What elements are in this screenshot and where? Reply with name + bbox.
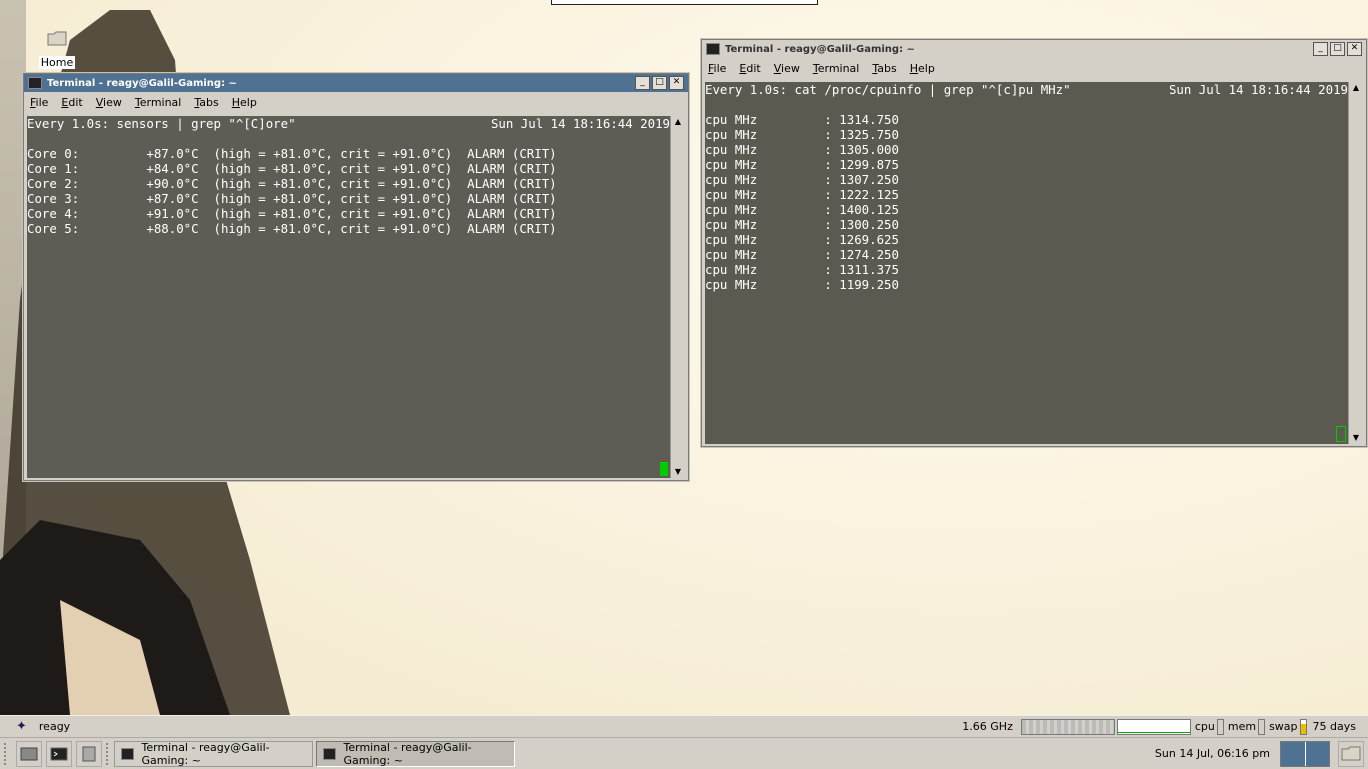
terminal-icon: [121, 747, 134, 760]
task-label: Terminal - reagy@Galil-Gaming: ~: [141, 740, 270, 767]
taskbar-button-terminal-2[interactable]: Terminal - reagy@Galil-Gaming: ~: [316, 740, 515, 767]
home-label: Home: [38, 56, 76, 69]
output-line: Core 4: +91.0°C (high = +81.0°C, crit = …: [27, 206, 557, 221]
terminal-icon: [706, 43, 720, 55]
window-title: Terminal - reagy@Galil-Gaming: ~: [725, 43, 915, 55]
menu-launcher-icon[interactable]: ✦: [16, 719, 27, 734]
bottom-panel: Terminal - reagy@Galil-Gaming: ~ Termina…: [0, 737, 1368, 769]
watch-time: Sun Jul 14 18:16:44 2019: [490, 116, 670, 131]
panel-clock[interactable]: Sun 14 Jul, 06:16 pm: [1155, 747, 1270, 760]
output-line: Core 2: +90.0°C (high = +81.0°C, crit = …: [27, 176, 557, 191]
swap-label: swap: [1269, 720, 1298, 733]
maximize-button[interactable]: □: [652, 76, 667, 90]
terminal-window-cpuinfo[interactable]: Terminal - reagy@Galil-Gaming: ~ _ □ ✕ F…: [701, 39, 1367, 447]
menu-edit[interactable]: Edit: [61, 96, 82, 109]
scroll-down-icon[interactable]: ▼: [671, 466, 685, 478]
output-line: cpu MHz : 1269.625: [705, 232, 899, 247]
folder-icon[interactable]: [1338, 740, 1364, 767]
output-line: cpu MHz : 1299.875: [705, 157, 899, 172]
menubar: File Edit View Terminal Tabs Help: [24, 92, 688, 112]
output-line: cpu MHz : 1307.250: [705, 172, 899, 187]
task-label: Terminal - reagy@Galil-Gaming: ~: [343, 740, 472, 767]
output-line: cpu MHz : 1305.000: [705, 142, 899, 157]
output-line: cpu MHz : 1222.125: [705, 187, 899, 202]
mem-label: mem: [1227, 720, 1257, 733]
menu-view[interactable]: View: [96, 96, 122, 109]
output-line: Core 0: +87.0°C (high = +81.0°C, crit = …: [27, 146, 557, 161]
watch-command: Every 1.0s: sensors | grep "^[C]ore": [27, 116, 296, 131]
menu-tabs[interactable]: Tabs: [872, 62, 896, 75]
offscreen-window-edge: [551, 0, 818, 5]
mem-bar: [1258, 718, 1266, 735]
workspace-2[interactable]: [1305, 741, 1329, 766]
uptime: 75 days: [1312, 720, 1356, 733]
vertical-scrollbar[interactable]: ▲ ▼: [1348, 82, 1363, 444]
menu-file[interactable]: File: [708, 62, 726, 75]
menu-edit[interactable]: Edit: [739, 62, 760, 75]
cpu-graph: [1116, 718, 1191, 735]
scroll-up-icon[interactable]: ▲: [671, 116, 685, 128]
top-panel: ✦ reagy 1.66 GHz cpu mem swap 75 days: [0, 715, 1368, 737]
close-button[interactable]: ✕: [1347, 42, 1362, 56]
output-line: Core 5: +88.0°C (high = +81.0°C, crit = …: [27, 221, 557, 236]
taskbar-button-terminal-1[interactable]: Terminal - reagy@Galil-Gaming: ~: [114, 740, 313, 767]
menu-terminal[interactable]: Terminal: [135, 96, 182, 109]
output-line: cpu MHz : 1199.250: [705, 277, 899, 292]
cpu-frequency: 1.66 GHz: [962, 720, 1013, 733]
minimize-button[interactable]: _: [1313, 42, 1328, 56]
menubar: File Edit View Terminal Tabs Help: [702, 58, 1366, 78]
cpu-label: cpu: [1194, 720, 1215, 733]
window-title: Terminal - reagy@Galil-Gaming: ~: [47, 77, 237, 89]
menu-tabs[interactable]: Tabs: [194, 96, 218, 109]
terminal-cursor: [1336, 426, 1346, 442]
terminal-window-sensors[interactable]: Terminal - reagy@Galil-Gaming: ~ _ □ ✕ F…: [23, 73, 689, 481]
watch-command: Every 1.0s: cat /proc/cpuinfo | grep "^[…: [705, 82, 1071, 97]
close-button[interactable]: ✕: [669, 76, 684, 90]
show-desktop-icon[interactable]: [16, 740, 42, 767]
panel-separator: [106, 742, 114, 765]
cpu-freq-meter: [1020, 718, 1115, 735]
maximize-button[interactable]: □: [1330, 42, 1345, 56]
terminal-cursor: [660, 462, 668, 476]
output-line: cpu MHz : 1400.125: [705, 202, 899, 217]
window-titlebar[interactable]: Terminal - reagy@Galil-Gaming: ~ _ □ ✕: [24, 74, 688, 92]
terminal-icon: [28, 77, 42, 89]
output-line: cpu MHz : 1314.750: [705, 112, 899, 127]
menu-terminal[interactable]: Terminal: [813, 62, 860, 75]
file-manager-launcher-icon[interactable]: [76, 740, 102, 767]
minimize-button[interactable]: _: [635, 76, 650, 90]
menu-view[interactable]: View: [774, 62, 800, 75]
output-line: Core 1: +84.0°C (high = +81.0°C, crit = …: [27, 161, 557, 176]
output-line: cpu MHz : 1300.250: [705, 217, 899, 232]
menu-help[interactable]: Help: [232, 96, 257, 109]
cpu-bar: [1216, 718, 1224, 735]
menu-help[interactable]: Help: [910, 62, 935, 75]
menu-file[interactable]: File: [30, 96, 48, 109]
terminal-icon: [323, 747, 336, 760]
output-line: Core 3: +87.0°C (high = +81.0°C, crit = …: [27, 191, 557, 206]
terminal-launcher-icon[interactable]: [46, 740, 72, 767]
workspace-1[interactable]: [1281, 741, 1306, 766]
workspace-switcher[interactable]: [1280, 740, 1330, 767]
output-line: cpu MHz : 1325.750: [705, 127, 899, 142]
vertical-scrollbar[interactable]: ▲ ▼: [670, 116, 685, 478]
scroll-up-icon[interactable]: ▲: [1349, 82, 1363, 94]
scroll-down-icon[interactable]: ▼: [1349, 432, 1363, 444]
panel-username: reagy: [38, 720, 71, 733]
window-titlebar[interactable]: Terminal - reagy@Galil-Gaming: ~ _ □ ✕: [702, 40, 1366, 58]
output-line: cpu MHz : 1311.375: [705, 262, 899, 277]
terminal-output[interactable]: Every 1.0s: sensors | grep "^[C]ore" Sun …: [27, 116, 670, 478]
home-desktop-icon[interactable]: Home: [34, 28, 80, 69]
folder-icon: [47, 31, 67, 46]
swap-bar: [1299, 718, 1307, 735]
panel-handle: [4, 742, 12, 765]
output-line: cpu MHz : 1274.250: [705, 247, 899, 262]
watch-time: Sun Jul 14 18:16:44 2019: [1168, 82, 1348, 97]
terminal-output[interactable]: Every 1.0s: cat /proc/cpuinfo | grep "^[…: [705, 82, 1348, 444]
